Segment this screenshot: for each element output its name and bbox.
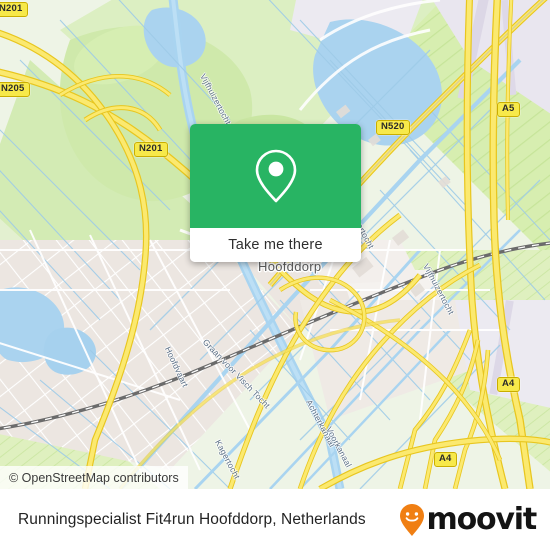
road-shield: N201 — [134, 142, 168, 157]
screenshot-root: N201 N205 N201 N520 A5 A4 A4 Vijfhuizert… — [0, 0, 550, 550]
page-title: Runningspecialist Fit4run Hoofddorp, Net… — [18, 510, 366, 528]
road-shield: A4 — [497, 377, 520, 392]
card-image-area — [190, 124, 361, 228]
moovit-smiley-pin-icon — [399, 503, 424, 536]
osm-attribution-text: © OpenStreetMap contributors — [9, 470, 179, 485]
osm-attribution[interactable]: © OpenStreetMap contributors — [0, 466, 188, 489]
road-shield: N201 — [0, 2, 28, 17]
road-shield: N205 — [0, 82, 30, 97]
road-shield: N520 — [376, 120, 410, 135]
take-me-there-label: Take me there — [228, 237, 323, 253]
moovit-logo[interactable]: moovit — [399, 501, 538, 537]
map-viewport[interactable]: N201 N205 N201 N520 A5 A4 A4 Vijfhuizert… — [0, 0, 550, 489]
footer-bar: Runningspecialist Fit4run Hoofddorp, Net… — [0, 489, 550, 550]
location-card[interactable]: Take me there — [190, 124, 361, 262]
moovit-wordmark: moovit — [426, 501, 538, 537]
road-shield: A5 — [497, 102, 520, 117]
map-pin-icon — [255, 149, 296, 203]
road-shield: A4 — [434, 452, 457, 467]
take-me-there-button[interactable]: Take me there — [190, 228, 361, 262]
